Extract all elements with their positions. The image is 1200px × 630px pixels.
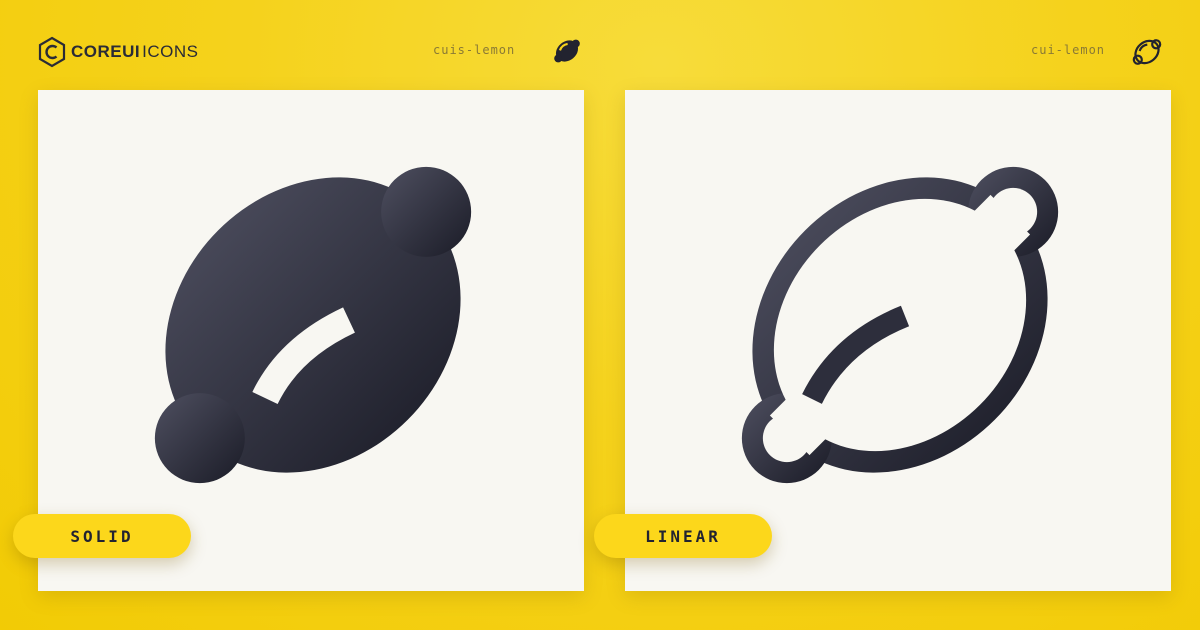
coreui-logo[interactable]: COREUI ICONS bbox=[37, 36, 198, 68]
lemon-linear-small-icon bbox=[1132, 39, 1162, 65]
logo-core-text: COREUI bbox=[71, 42, 141, 61]
solid-label-pill[interactable]: SOLID bbox=[13, 514, 191, 558]
coreui-logo-icon bbox=[38, 36, 66, 68]
lemon-solid-small-icon bbox=[554, 39, 580, 63]
linear-icon-name: cui-lemon bbox=[1031, 43, 1106, 57]
solid-icon-name: cuis-lemon bbox=[433, 43, 516, 57]
logo-icons-text: ICONS bbox=[142, 42, 199, 61]
linear-label-pill[interactable]: LINEAR bbox=[594, 514, 772, 558]
logo-wordmark: COREUI ICONS bbox=[71, 36, 198, 68]
